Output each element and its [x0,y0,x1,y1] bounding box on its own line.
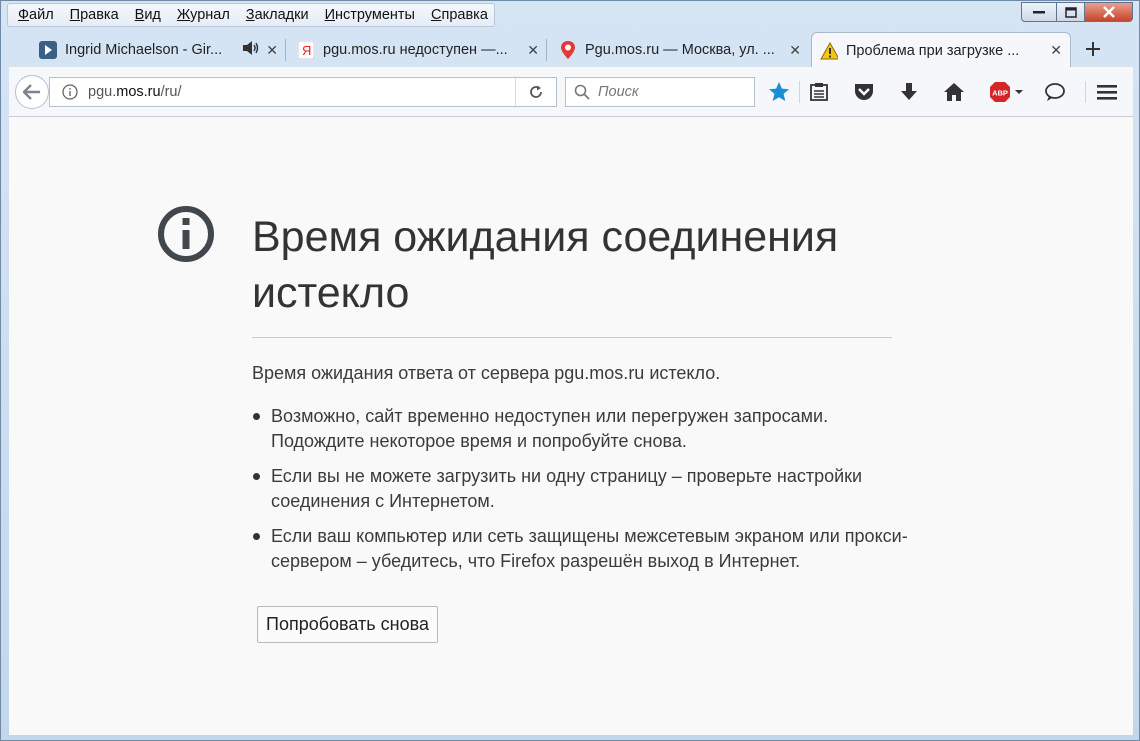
tab-strip: Ingrid Michaelson - Gir... ✕ Я pgu.mos.r… [31,32,1111,68]
menu-history[interactable]: Журнал [169,4,238,26]
close-window-button[interactable] [1085,2,1133,22]
search-placeholder: Поиск [598,84,639,100]
pocket-icon[interactable] [852,80,876,104]
tab-close-icon[interactable]: ✕ [266,42,278,59]
menu-view[interactable]: Вид [127,4,169,26]
maximize-icon [1064,6,1077,18]
minimize-icon [1033,11,1045,14]
menu-bookmarks[interactable]: Закладки [238,4,317,26]
download-icon[interactable] [897,80,921,104]
url-text[interactable]: pgu.mos.ru/ru/ [88,84,182,100]
list-item: Если ваш компьютер или сеть защищены меж… [252,524,912,574]
tab-label: Ingrid Michaelson - Gir... [65,42,223,58]
menu-edit[interactable]: Правка [62,4,127,26]
browser-window: Файл Правка Вид Журнал Закладки Инструме… [0,0,1140,741]
tab-close-icon[interactable]: ✕ [1050,42,1062,59]
hamburger-menu-icon[interactable] [1095,80,1119,104]
menu-bar: Файл Правка Вид Журнал Закладки Инструме… [7,3,495,27]
error-page: Время ожидания соединения истекло Время … [9,117,1133,735]
search-box[interactable]: Поиск [565,77,755,107]
new-tab-button[interactable] [1085,37,1101,63]
chat-icon[interactable] [1043,80,1067,104]
bullet [253,473,260,480]
info-icon[interactable] [62,84,78,100]
tab-label: Проблема при загрузке ... [846,42,1020,59]
error-description: Время ожидания ответа от сервера pgu.mos… [252,363,721,383]
yandex-icon: Я [297,41,315,59]
divider [252,337,892,338]
tab-youtube[interactable]: Ingrid Michaelson - Gir... ✕ [31,33,286,67]
bullet [253,413,260,420]
bullet [253,533,260,540]
tab-yandex[interactable]: Я pgu.mos.ru недоступен —... ✕ [289,33,547,67]
search-icon [574,84,590,100]
adblock-plus-icon[interactable]: ABP [987,80,1027,104]
minimize-button[interactable] [1021,2,1057,22]
back-button[interactable] [15,75,49,109]
close-icon [1102,6,1115,18]
list-item: Если вы не можете загрузить ни одну стра… [252,464,912,514]
toolbar-separator [1085,81,1086,103]
tab-error-active[interactable]: Проблема при загрузке ... ✕ [811,32,1071,68]
map-pin-icon [559,41,577,59]
error-title: Время ожидания соединения истекло [252,213,839,317]
plus-icon [1086,42,1100,56]
retry-button[interactable]: Попробовать снова [257,606,438,643]
tab-maps[interactable]: Pgu.mos.ru — Москва, ул. ... ✕ [551,33,809,67]
window-controls [1021,2,1133,22]
speaker-icon[interactable] [242,40,260,60]
tab-label: pgu.mos.ru недоступен —... [323,42,508,58]
bookmark-star-icon[interactable] [767,80,791,104]
reader-list-icon[interactable] [807,80,831,104]
menu-file[interactable]: Файл [10,4,62,26]
tab-close-icon[interactable]: ✕ [527,42,539,59]
maximize-button[interactable] [1057,2,1085,22]
home-icon[interactable] [942,80,966,104]
menu-help[interactable]: Справка [423,4,496,26]
warning-icon [820,41,838,60]
tab-close-icon[interactable]: ✕ [789,42,801,59]
url-bar[interactable]: pgu.mos.ru/ru/ [49,77,557,107]
reload-icon [530,85,542,98]
menu-tools[interactable]: Инструменты [317,4,423,26]
tab-label: Pgu.mos.ru — Москва, ул. ... [585,42,775,58]
back-arrow-icon [23,84,40,100]
video-play-icon [39,41,57,59]
navigation-toolbar: pgu.mos.ru/ru/ Поиск ABP [9,67,1133,117]
toolbar-separator [799,81,800,103]
list-item: Возможно, сайт временно недоступен или п… [252,404,912,454]
suggestion-list: Возможно, сайт временно недоступен или п… [252,404,912,584]
reload-button[interactable] [515,78,556,106]
svg-text:Я: Я [302,43,311,58]
svg-text:ABP: ABP [992,89,1008,98]
info-icon [158,206,214,262]
